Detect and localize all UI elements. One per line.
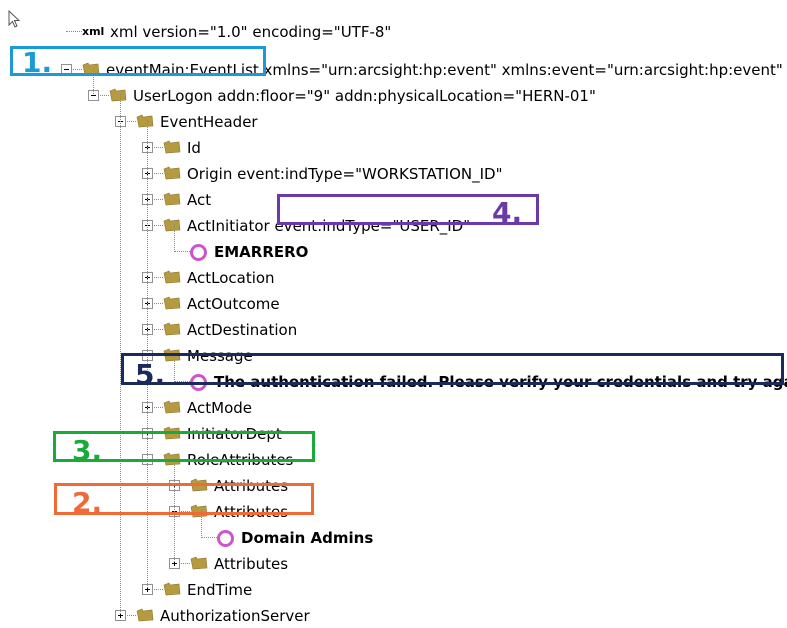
tree-node-label: EMARRERO (214, 243, 309, 261)
folder-icon (163, 400, 181, 414)
tree-node[interactable]: EventHeader (0, 110, 787, 134)
xml-declaration-icon: xml (82, 25, 105, 38)
tree-node-label: xml version="1.0" encoding="UTF-8" (110, 23, 392, 41)
folder-icon (163, 140, 181, 154)
tree-node-label: EndTime (187, 581, 253, 599)
tree-connector (66, 31, 82, 32)
tree-node[interactable]: Domain Admins (0, 526, 787, 550)
folder-icon (163, 582, 181, 596)
tree-node[interactable]: AuthorizationServer (0, 604, 787, 628)
tree-node[interactable]: Origin event:indType="WORKSTATION_ID" (0, 162, 787, 186)
folder-icon (163, 296, 181, 310)
tree-node[interactable]: EndTime (0, 578, 787, 602)
tree-node-label: AuthorizationServer (160, 607, 310, 625)
annotation-number-1: 1. (22, 46, 53, 79)
tree-node[interactable]: Attributes (0, 552, 787, 576)
tree-node-label: Domain Admins (241, 529, 374, 547)
tree-node-label: ActMode (187, 399, 252, 417)
tree-node-label: UserLogon addn:floor="9" addn:physicalLo… (133, 87, 596, 105)
tree-node-label: Origin event:indType="WORKSTATION_ID" (187, 165, 503, 183)
tree-node-label: ActOutcome (187, 295, 280, 313)
tree-node-label: ActLocation (187, 269, 275, 287)
tree-node[interactable]: ActLocation (0, 266, 787, 290)
annotation-number-5: 5. (135, 358, 166, 391)
folder-icon (136, 608, 154, 622)
tree-node[interactable]: ActOutcome (0, 292, 787, 316)
tree-node-label: EventHeader (160, 113, 258, 131)
tree-guide-line (174, 224, 175, 250)
folder-icon (109, 88, 127, 102)
annotation-number-4: 4. (492, 196, 523, 229)
tree-node[interactable]: Id (0, 136, 787, 160)
tree-node[interactable]: xml xml version="1.0" encoding="UTF-8" (0, 20, 787, 44)
tree-node-label: Id (187, 139, 201, 157)
tree-node[interactable]: EMARRERO (0, 240, 787, 264)
folder-icon (163, 270, 181, 284)
folder-icon (163, 322, 181, 336)
tree-connector (174, 251, 190, 252)
folder-icon (136, 114, 154, 128)
tree-node[interactable]: UserLogon addn:floor="9" addn:physicalLo… (0, 84, 787, 108)
annotation-box-5 (121, 353, 784, 385)
folder-icon (190, 556, 208, 570)
folder-icon (163, 166, 181, 180)
annotation-number-3: 3. (72, 434, 103, 467)
tree-node-label: Act (187, 191, 212, 209)
text-node-icon (190, 244, 207, 261)
folder-icon (163, 218, 181, 232)
tree-node[interactable]: ActDestination (0, 318, 787, 342)
tree-node-label: ActDestination (187, 321, 298, 339)
text-node-icon (217, 530, 234, 547)
tree-node[interactable]: ActMode (0, 396, 787, 420)
annotation-number-2: 2. (72, 486, 103, 519)
tree-node-label: Attributes (214, 555, 289, 573)
folder-icon (163, 192, 181, 206)
tree-connector (201, 537, 217, 538)
